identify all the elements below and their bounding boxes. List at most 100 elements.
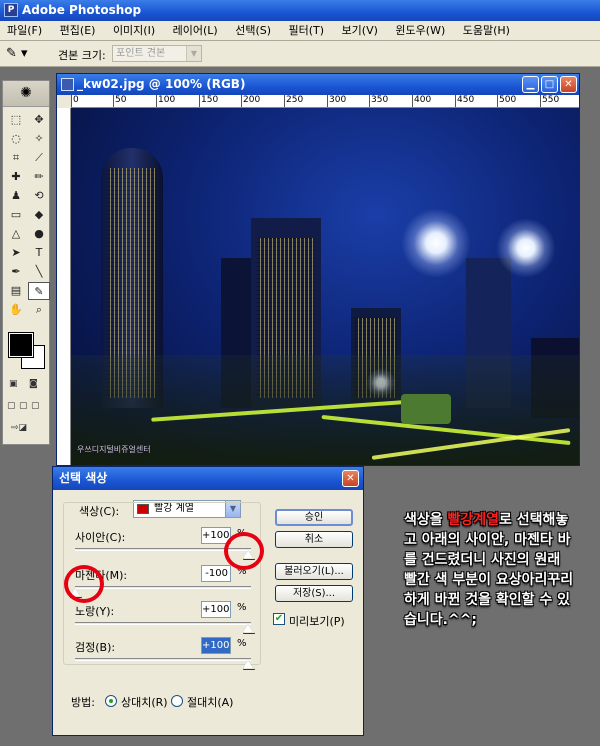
eyedropper-tool-icon[interactable]: ✎ bbox=[28, 282, 50, 300]
annotation-part: 색상을 bbox=[404, 512, 448, 528]
relative-label: 상대치(R) bbox=[121, 696, 168, 709]
preview-label: 미리보기(P) bbox=[289, 615, 345, 628]
horizontal-ruler[interactable]: 0 50 100 150 200 250 300 350 400 450 500… bbox=[71, 95, 579, 108]
menu-window[interactable]: 윈도우(W) bbox=[388, 21, 452, 40]
paint-bucket-tool-icon[interactable]: ◆ bbox=[28, 206, 50, 224]
ruler-tick-label: 200 bbox=[243, 95, 261, 105]
ruler-tick-label: 100 bbox=[158, 95, 176, 105]
move-tool-icon[interactable]: ✥ bbox=[28, 111, 50, 129]
menu-select[interactable]: 선택(S) bbox=[228, 21, 278, 40]
document-icon bbox=[61, 78, 74, 91]
magenta-value-input[interactable]: -100 bbox=[201, 565, 231, 582]
tool-grid: ⬚ ✥ ◌ ✧ ⌗ ⟋ ✚ ✏ ♟ ⟲ ▭ ◆ △ ● ➤ T ✒ ╲ ▤ ✎ … bbox=[3, 107, 50, 323]
ruler-tick-label: 500 bbox=[499, 95, 517, 105]
menu-filter[interactable]: 필터(T) bbox=[282, 21, 332, 40]
yellow-label: 노랑(Y): bbox=[75, 605, 115, 618]
dialog-titlebar: 선택 색상 ✕ bbox=[53, 467, 363, 490]
magic-wand-tool-icon[interactable]: ✧ bbox=[28, 130, 50, 148]
method-label: 방법: bbox=[71, 696, 95, 709]
marquee-tool-icon[interactable]: ⬚ bbox=[5, 111, 27, 129]
percent-label: % bbox=[237, 602, 247, 613]
vertical-ruler[interactable] bbox=[57, 108, 71, 465]
pen-tool-icon[interactable]: ✒ bbox=[5, 263, 27, 281]
street-light bbox=[496, 218, 556, 278]
photoshop-window: P Adobe Photoshop 파일(F) 편집(E) 이미지(I) 레이어… bbox=[0, 0, 600, 746]
menu-image[interactable]: 이미지(I) bbox=[106, 21, 162, 40]
healing-brush-tool-icon[interactable]: ✚ bbox=[5, 168, 27, 186]
percent-label: % bbox=[237, 638, 247, 649]
standard-mode-icon[interactable]: ▣ bbox=[9, 379, 18, 389]
ruler-tick-label: 350 bbox=[371, 95, 389, 105]
annotation-part: 로 선택해놓고 아래의 사이안, 마젠타 바를 건드렸더니 사진의 원래 빨간 … bbox=[404, 512, 574, 628]
ruler-tick-label: 50 bbox=[115, 95, 127, 105]
watermark: 우쓰디지털비쥬얼센터 bbox=[77, 445, 151, 454]
absolute-radio[interactable] bbox=[171, 695, 183, 707]
jump-to-imageready-icon[interactable]: ⇨◪ bbox=[11, 423, 27, 433]
absolute-label: 절대치(A) bbox=[187, 696, 234, 709]
save-button[interactable]: 저장(S)... bbox=[275, 585, 353, 602]
screen-mode-menubar-icon[interactable]: ▢ bbox=[19, 401, 28, 411]
menu-edit[interactable]: 편집(E) bbox=[53, 21, 103, 40]
minimize-button[interactable]: ▁ bbox=[522, 76, 539, 93]
brush-tool-icon[interactable]: ✏ bbox=[28, 168, 50, 186]
foreground-color-swatch[interactable] bbox=[8, 332, 34, 358]
cancel-button[interactable]: 취소 bbox=[275, 531, 353, 548]
toolbox: ✺ ⬚ ✥ ◌ ✧ ⌗ ⟋ ✚ ✏ ♟ ⟲ ▭ ◆ △ ● ➤ T ✒ ╲ ▤ … bbox=[2, 80, 50, 445]
crop-tool-icon[interactable]: ⌗ bbox=[5, 149, 27, 167]
lasso-tool-icon[interactable]: ◌ bbox=[5, 130, 27, 148]
sample-size-label: 견본 크기: bbox=[58, 49, 106, 62]
photoshop-app-icon: P bbox=[4, 3, 18, 17]
eyedropper-tool-preset-icon[interactable]: ✎ ▾ bbox=[6, 45, 42, 63]
menu-help[interactable]: 도움말(H) bbox=[456, 21, 517, 40]
slice-tool-icon[interactable]: ⟋ bbox=[28, 149, 50, 167]
cyan-label: 사이안(C): bbox=[75, 531, 126, 544]
highlight-circle bbox=[64, 565, 104, 603]
menu-view[interactable]: 보기(V) bbox=[335, 21, 385, 40]
hand-tool-icon[interactable]: ✋ bbox=[5, 301, 27, 319]
menu-bar: 파일(F) 편집(E) 이미지(I) 레이어(L) 선택(S) 필터(T) 보기… bbox=[0, 21, 600, 41]
maximize-button[interactable]: □ bbox=[541, 76, 558, 93]
yellow-value-input[interactable]: +100 bbox=[201, 601, 231, 618]
black-slider[interactable] bbox=[75, 658, 251, 661]
ruler-tick-label: 300 bbox=[329, 95, 347, 105]
app-titlebar: P Adobe Photoshop bbox=[0, 0, 600, 21]
yellow-slider[interactable] bbox=[75, 622, 251, 625]
ruler-tick-label: 150 bbox=[201, 95, 219, 105]
dialog-title: 선택 색상 bbox=[59, 471, 108, 485]
bus bbox=[401, 394, 451, 424]
menu-layer[interactable]: 레이어(L) bbox=[166, 21, 225, 40]
relative-radio[interactable] bbox=[105, 695, 117, 707]
quick-mask-mode-icon[interactable]: ◙ bbox=[29, 379, 38, 389]
toolbox-header-icon[interactable]: ✺ bbox=[3, 81, 49, 107]
zoom-tool-icon[interactable]: ⌕ bbox=[28, 301, 50, 319]
screen-mode-standard-icon[interactable]: ▢ bbox=[7, 401, 16, 411]
path-selection-tool-icon[interactable]: ➤ bbox=[5, 244, 27, 262]
dialog-close-button[interactable]: ✕ bbox=[342, 470, 359, 487]
clone-stamp-tool-icon[interactable]: ♟ bbox=[5, 187, 27, 205]
ruler-tick-label: 550 bbox=[542, 95, 560, 105]
document-titlebar: _kw02.jpg @ 100% (RGB) ▁ □ ✕ bbox=[57, 74, 579, 95]
history-brush-tool-icon[interactable]: ⟲ bbox=[28, 187, 50, 205]
night-city-photo: 우쓰디지털비쥬얼센터 bbox=[71, 108, 579, 465]
line-tool-icon[interactable]: ╲ bbox=[28, 263, 50, 281]
type-tool-icon[interactable]: T bbox=[28, 244, 50, 262]
black-slider-thumb[interactable] bbox=[243, 660, 253, 668]
sample-size-select[interactable]: 포인트 견본 ▼ bbox=[112, 45, 202, 62]
yellow-slider-thumb[interactable] bbox=[243, 624, 253, 632]
preview-checkbox[interactable]: ✔ bbox=[273, 613, 285, 625]
load-button[interactable]: 불러오기(L)... bbox=[275, 563, 353, 580]
close-button[interactable]: ✕ bbox=[560, 76, 577, 93]
ruler-tick-label: 450 bbox=[457, 95, 475, 105]
ok-button[interactable]: 승인 bbox=[275, 509, 353, 526]
black-value-input[interactable]: +100 bbox=[201, 637, 231, 654]
black-label: 검정(B): bbox=[75, 641, 116, 654]
blur-tool-icon[interactable]: △ bbox=[5, 225, 27, 243]
options-bar: ✎ ▾ 견본 크기: 포인트 견본 ▼ bbox=[0, 41, 600, 67]
chevron-down-icon: ▼ bbox=[186, 46, 201, 61]
eraser-tool-icon[interactable]: ▭ bbox=[5, 206, 27, 224]
notes-tool-icon[interactable]: ▤ bbox=[5, 282, 27, 300]
screen-mode-full-icon[interactable]: ▢ bbox=[31, 401, 40, 411]
app-title: Adobe Photoshop bbox=[22, 3, 142, 17]
menu-file[interactable]: 파일(F) bbox=[0, 21, 49, 40]
dodge-tool-icon[interactable]: ● bbox=[28, 225, 50, 243]
